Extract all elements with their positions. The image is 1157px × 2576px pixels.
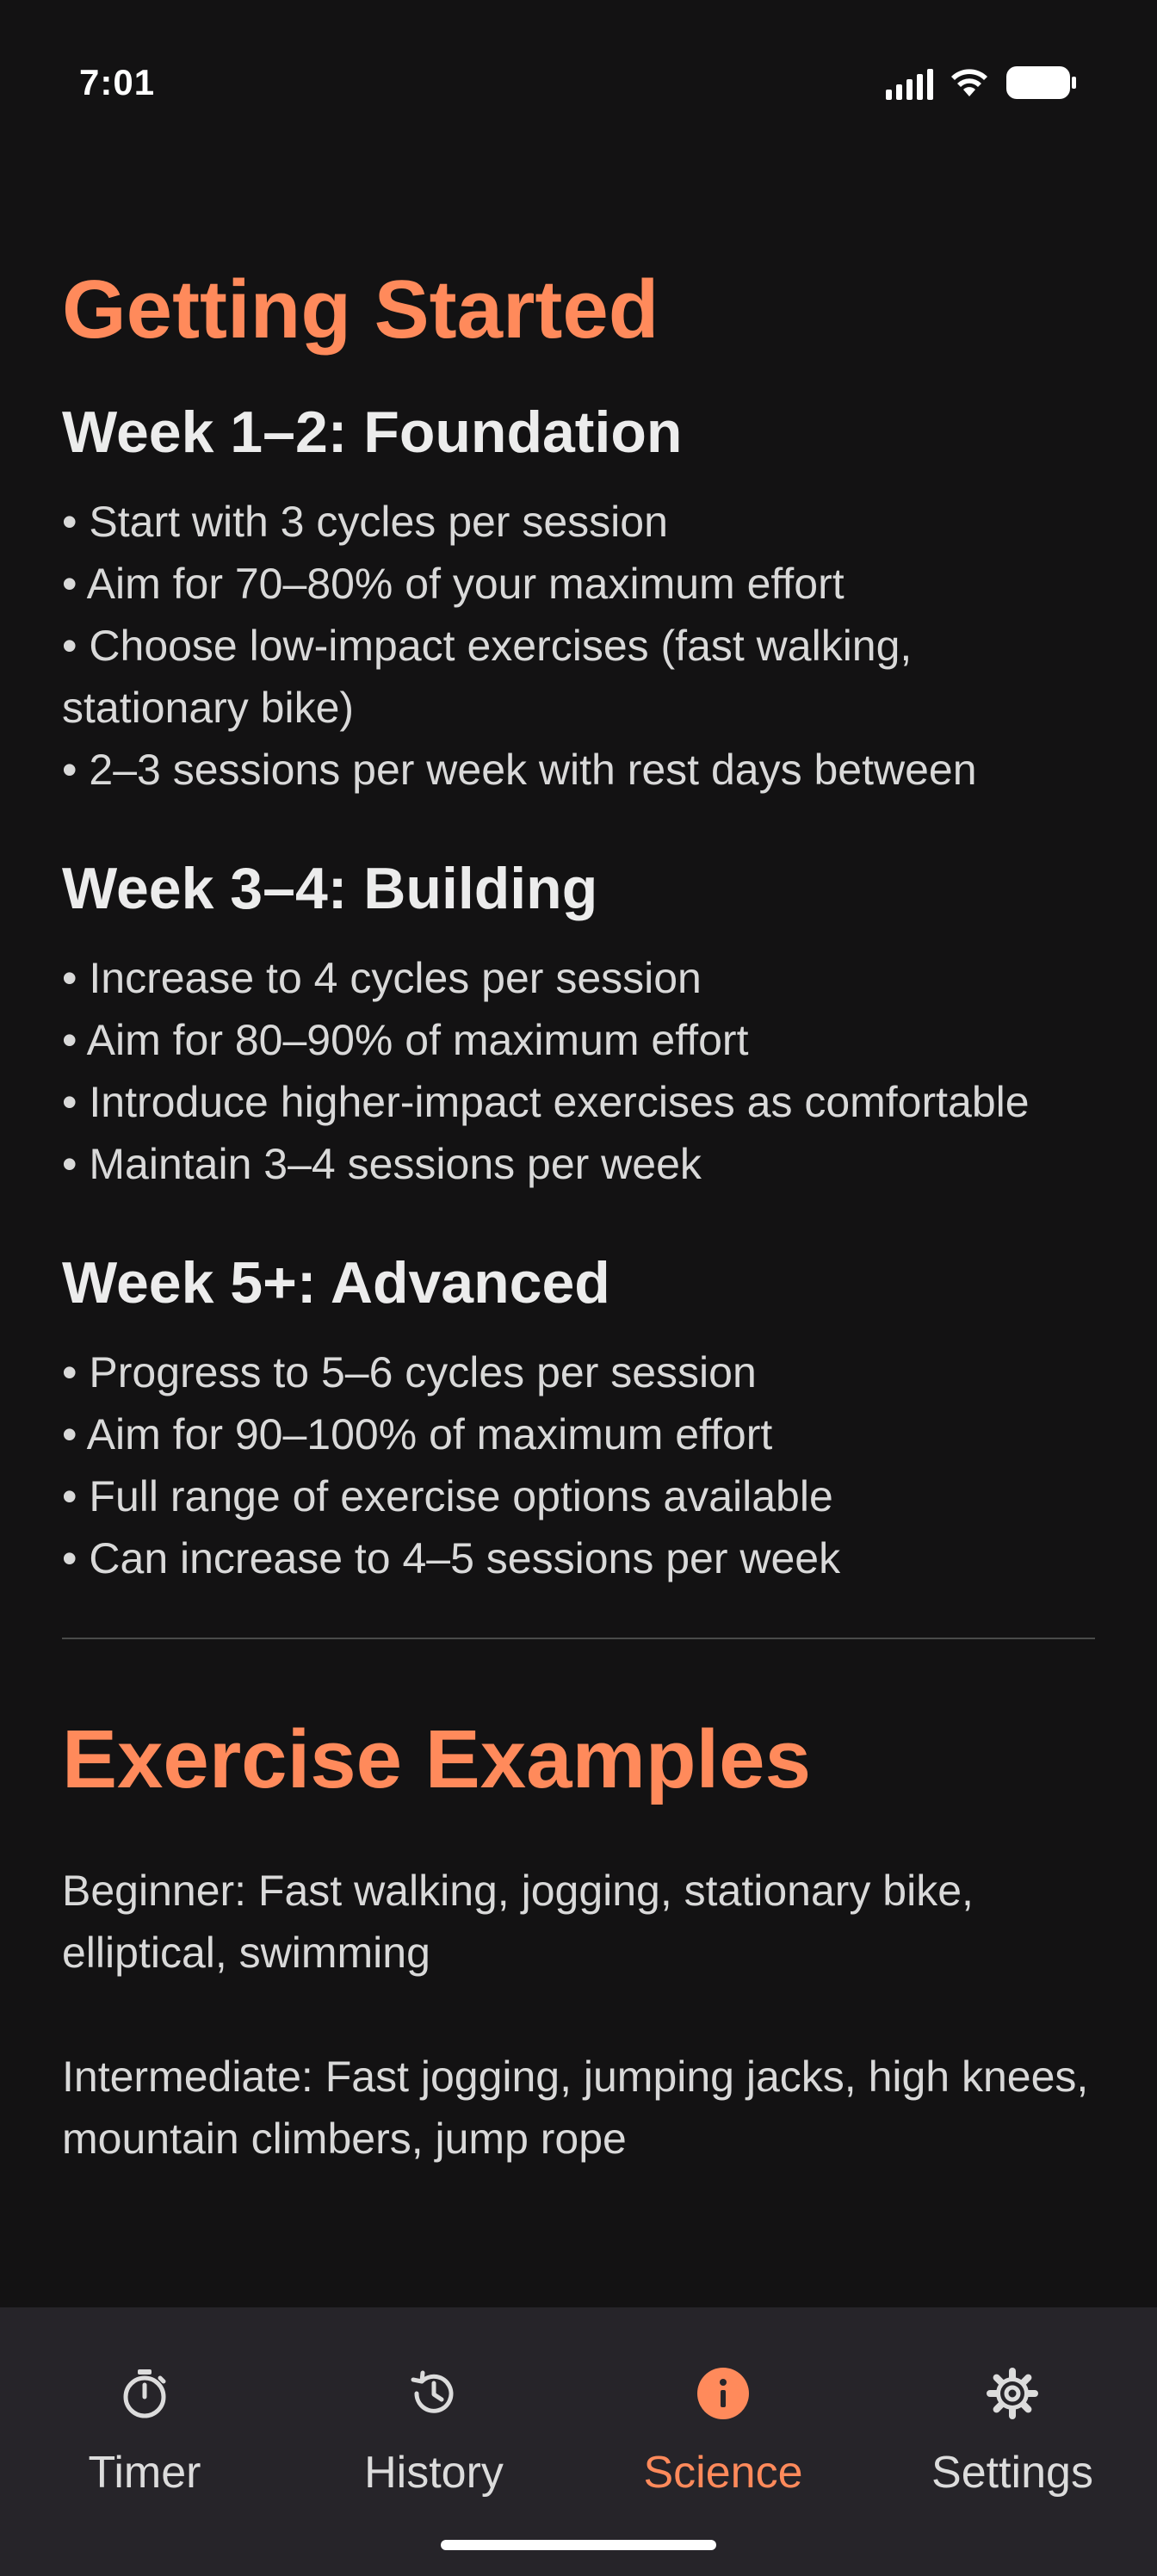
list-item: • Choose low-impact exercises (fast walk… — [62, 622, 913, 732]
info-icon — [696, 2366, 751, 2421]
bullet-list: • Increase to 4 cycles per session • Aim… — [62, 947, 1095, 1195]
list-item: • Full range of exercise options availab… — [62, 1472, 833, 1520]
science-content[interactable]: Getting Started Week 1–2: Foundation • S… — [62, 250, 1095, 2247]
nav-item-science[interactable]: Science — [578, 2307, 868, 2576]
week-block: Week 1–2: Foundation • Start with 3 cycl… — [62, 389, 1095, 801]
section-divider — [62, 1638, 1095, 1639]
list-item: • Aim for 80–90% of maximum effort — [62, 1016, 749, 1064]
gear-icon — [985, 2366, 1040, 2421]
history-icon — [406, 2366, 461, 2421]
list-item: • Aim for 70–80% of your maximum effort — [62, 560, 845, 608]
week-title: Week 5+: Advanced — [62, 1250, 610, 1316]
nav-label-settings: Settings — [931, 2448, 1093, 2498]
exercise-examples-title: Exercise Examples — [62, 1713, 811, 1805]
intermediate-examples: Intermediate: Fast jogging, jumping jack… — [62, 2053, 1089, 2163]
wifi-icon — [951, 69, 987, 96]
week-block: Week 5+: Advanced • Progress to 5–6 cycl… — [62, 1240, 1095, 1589]
status-icons — [886, 65, 1078, 100]
list-item: • Start with 3 cycles per session — [62, 498, 668, 546]
week-title: Week 3–4: Building — [62, 856, 598, 921]
bottom-nav: Timer History Science Settings — [0, 2307, 1157, 2576]
list-item: • Introduce higher-impact exercises as c… — [62, 1078, 1030, 1126]
list-item: • 2–3 sessions per week with rest days b… — [62, 746, 977, 794]
nav-item-timer[interactable]: Timer — [0, 2307, 289, 2576]
list-item: • Can increase to 4–5 sessions per week — [62, 1534, 841, 1582]
getting-started-title: Getting Started — [62, 263, 659, 356]
week-block: Week 3–4: Building • Increase to 4 cycle… — [62, 845, 1095, 1195]
stopwatch-icon — [117, 2366, 172, 2421]
list-item: • Aim for 90–100% of maximum effort — [62, 1410, 773, 1458]
home-indicator[interactable] — [441, 2540, 716, 2550]
nav-label-timer: Timer — [88, 2448, 201, 2498]
bullet-list: • Progress to 5–6 cycles per session • A… — [62, 1341, 1095, 1589]
status-time: 7:01 — [79, 62, 156, 102]
list-item: • Maintain 3–4 sessions per week — [62, 1140, 702, 1188]
nav-item-settings[interactable]: Settings — [868, 2307, 1157, 2576]
beginner-examples: Beginner: Fast walking, jogging, station… — [62, 1867, 974, 1977]
list-item: • Increase to 4 cycles per session — [62, 954, 702, 1002]
bullet-list: • Start with 3 cycles per session • Aim … — [62, 491, 1095, 801]
status-bar: 7:01 — [0, 0, 1157, 172]
week-title: Week 1–2: Foundation — [62, 399, 683, 465]
battery-icon — [1006, 66, 1076, 99]
nav-item-history[interactable]: History — [289, 2307, 578, 2576]
signal-icon — [886, 65, 933, 100]
list-item: • Progress to 5–6 cycles per session — [62, 1348, 757, 1396]
nav-label-science: Science — [643, 2448, 803, 2498]
nav-label-history: History — [364, 2448, 504, 2498]
